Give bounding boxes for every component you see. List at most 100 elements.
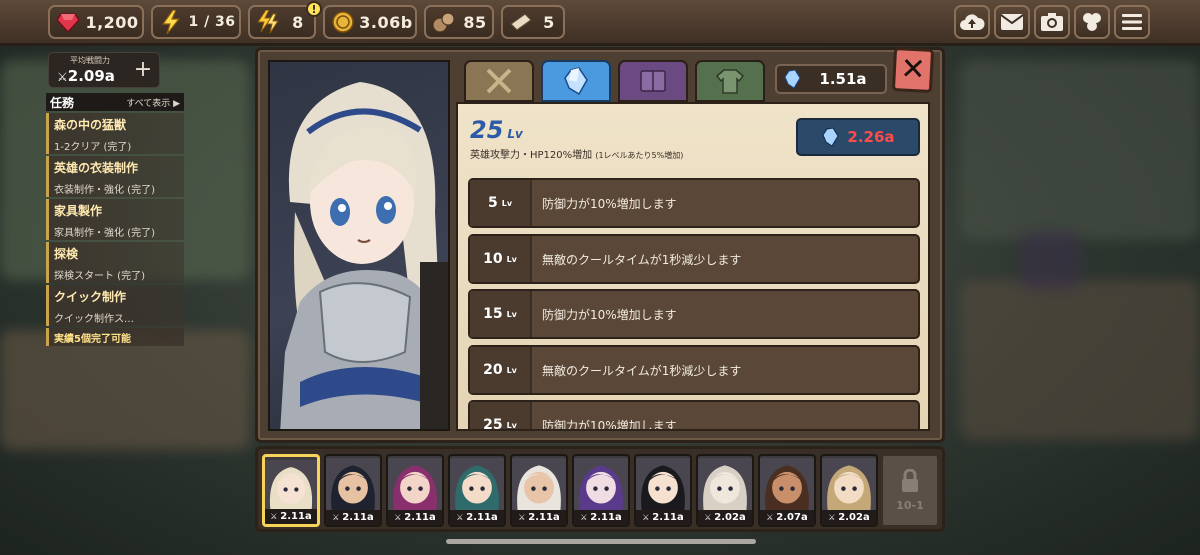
gem-counter[interactable]: 1,200 — [48, 5, 144, 39]
close-button[interactable]: ✕ — [891, 46, 935, 94]
quest-item[interactable]: 探検 探検スタート (完了) — [46, 242, 184, 283]
hero-power: ⚔ 2.11a — [388, 510, 442, 525]
bonus-text: 防御力が10%増加します — [542, 418, 677, 431]
quest-name: 探検 — [54, 247, 79, 261]
boost-counter[interactable]: 8 ! — [248, 1, 322, 39]
ore-icon — [430, 8, 458, 36]
close-icon: ✕ — [899, 51, 927, 88]
achievement-notice[interactable]: 実績5個完了可能 — [46, 328, 184, 346]
hero-card[interactable]: ⚔ 2.02a — [820, 454, 878, 527]
level-bonus-row: 25 Lv 防御力が10%増加します — [468, 400, 920, 431]
quest-status: クイック制作ス… — [54, 314, 134, 325]
bonus-text: 無敵のクールタイムが1秒減少します — [542, 252, 742, 267]
hero-face — [388, 457, 442, 511]
quest-status: 衣装制作・強化 (完了) — [54, 185, 155, 196]
hero-card[interactable]: ⚔ 2.11a — [262, 454, 320, 527]
hero-power: ⚔ 2.02a — [698, 510, 752, 525]
level-bonus-row: 10 Lv 無敵のクールタイムが1秒減少します — [468, 234, 920, 284]
lightning-icon — [157, 8, 185, 36]
hero-card[interactable]: ⚔ 2.11a — [448, 454, 506, 527]
crystal-stat-box: 1.51a — [775, 64, 887, 94]
level-description: 英雄攻撃力・HP120%増加 (1レベルあたり5%増加) — [470, 150, 684, 161]
locked-slot-label: 10-1 — [896, 499, 924, 512]
quest-status: 探検スタート (完了) — [54, 271, 145, 282]
wood-plank-icon — [507, 8, 535, 36]
quest-item[interactable]: 森の中の猛獣 1-2クリア (完了) — [46, 113, 184, 154]
locked-hero-slot[interactable]: 10-1 — [881, 454, 939, 527]
crystal-stat-value: 1.51a — [819, 70, 867, 88]
crossed-swords-icon: ⚔ — [642, 513, 653, 522]
menu-icon — [1122, 14, 1142, 30]
hero-level: 25 Lv — [470, 116, 523, 144]
quest-item[interactable]: 家具製作 家具制作・強化 (完了) — [46, 199, 184, 240]
tab-equipment[interactable] — [464, 60, 534, 102]
tab-crystal[interactable] — [541, 60, 611, 102]
hero-power: ⚔ 2.11a — [450, 510, 504, 525]
hero-portrait — [268, 60, 450, 431]
hero-face — [698, 457, 752, 511]
crystal-icon — [564, 67, 588, 96]
crossed-swords-icon: ⚔ — [518, 513, 529, 522]
crossed-swords-icon: ⚔ — [394, 513, 405, 522]
average-power-box: 平均戦闘力 ⚔2.09a + — [48, 52, 160, 88]
wood-counter[interactable]: 5 — [501, 5, 565, 39]
camera-button[interactable] — [1034, 5, 1070, 39]
quest-name: クイック制作 — [54, 290, 127, 304]
wood-value: 5 — [543, 12, 555, 32]
hero-face — [636, 457, 690, 511]
quest-item[interactable]: クイック制作 クイック制作ス… — [46, 285, 184, 326]
crossed-swords-icon: ⚔ — [456, 513, 467, 522]
upgrade-button[interactable]: 2.26a — [796, 118, 920, 156]
show-all-link[interactable]: すべて表示 ▶ — [126, 96, 180, 109]
camera-icon — [1041, 13, 1063, 31]
quest-name: 家具製作 — [54, 204, 103, 218]
hero-card[interactable]: ⚔ 2.11a — [634, 454, 692, 527]
ore-value: 85 — [463, 12, 487, 32]
quest-title: 任務 — [50, 95, 75, 110]
hero-card[interactable]: ⚔ 2.07a — [758, 454, 816, 527]
crossed-swords-icon: ⚔ — [580, 513, 591, 522]
hero-face — [326, 457, 380, 511]
crossed-swords-icon: ⚔ — [57, 70, 68, 84]
power-value: ⚔2.09a — [57, 67, 115, 85]
tab-costume[interactable] — [695, 60, 765, 102]
hero-card[interactable]: ⚔ 2.02a — [696, 454, 754, 527]
energy-counter[interactable]: 1 / 36 — [151, 5, 241, 39]
level-bonus-row: 5 Lv 防御力が10%増加します — [468, 178, 920, 228]
hero-power: ⚔ 2.11a — [574, 510, 628, 525]
crossed-swords-icon: ⚔ — [704, 513, 715, 522]
quest-name: 英雄の衣装制作 — [54, 161, 139, 175]
mail-button[interactable] — [994, 5, 1030, 39]
crossed-swords-icon: ⚔ — [766, 513, 777, 522]
crystal-icon — [822, 127, 840, 147]
tab-book[interactable] — [618, 60, 688, 102]
menu-button[interactable] — [1114, 5, 1150, 39]
mail-icon — [1000, 14, 1024, 30]
gold-counter[interactable]: 3.06b — [323, 5, 417, 39]
home-indicator[interactable] — [446, 539, 756, 544]
gold-value: 3.06b — [359, 12, 413, 32]
add-power-button[interactable]: + — [131, 59, 155, 83]
cloud-upload-button[interactable] — [954, 5, 990, 39]
level-bonus-row: 20 Lv 無敵のクールタイムが1秒減少します — [468, 345, 920, 395]
hero-card[interactable]: ⚔ 2.11a — [386, 454, 444, 527]
hero-power: ⚔ 2.11a — [636, 510, 690, 525]
hero-face — [450, 457, 504, 511]
collection-button[interactable] — [1074, 5, 1110, 39]
hero-power: ⚔ 2.11a — [265, 509, 317, 524]
quest-status: 1-2クリア (完了) — [54, 142, 132, 153]
hero-card[interactable]: ⚔ 2.11a — [324, 454, 382, 527]
hero-power: ⚔ 2.11a — [512, 510, 566, 525]
quest-item[interactable]: 英雄の衣装制作 衣装制作・強化 (完了) — [46, 156, 184, 197]
level-content: 25 Lv 英雄攻撃力・HP120%増加 (1レベルあたり5%増加) 2.26a … — [456, 102, 930, 431]
upgrade-cost: 2.26a — [847, 128, 895, 146]
hero-face — [512, 457, 566, 511]
ore-counter[interactable]: 85 — [424, 5, 494, 39]
quest-status: 家具制作・強化 (完了) — [54, 228, 155, 239]
hero-face — [822, 457, 876, 511]
crossed-swords-icon: ⚔ — [828, 513, 839, 522]
crossed-swords-icon — [486, 68, 512, 94]
hero-card[interactable]: ⚔ 2.11a — [572, 454, 630, 527]
hero-card[interactable]: ⚔ 2.11a — [510, 454, 568, 527]
gold-coin-icon — [329, 8, 357, 36]
